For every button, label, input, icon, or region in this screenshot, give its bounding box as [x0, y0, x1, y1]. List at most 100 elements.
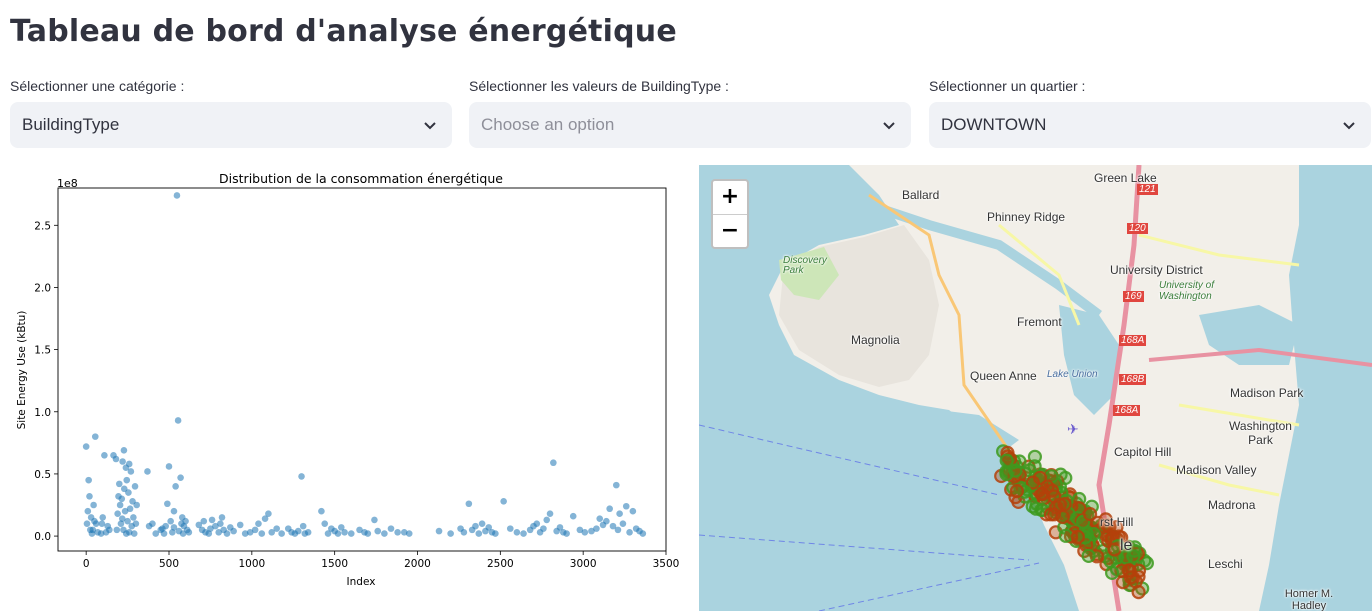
scatter-point — [347, 530, 355, 537]
scatter-point — [223, 530, 231, 537]
highway-shield-168a: 168A — [1119, 335, 1147, 346]
building-marker[interactable] — [1107, 542, 1122, 557]
scatter-point — [321, 520, 329, 527]
scatter-point — [616, 510, 623, 518]
scatter-point — [603, 517, 610, 525]
scatter-point — [251, 526, 259, 534]
scatter-point — [374, 527, 382, 535]
scatter-point — [159, 525, 166, 532]
y-tick-label: 1.5 — [34, 345, 51, 357]
chevron-down-icon — [424, 122, 436, 130]
y-tick-label: 0.5 — [34, 469, 51, 481]
x-tick-label: 1500 — [321, 558, 348, 570]
scatter-point — [460, 529, 468, 536]
map-label-first-hill: rst Hill — [1100, 515, 1134, 529]
y-tick-label: 0.0 — [34, 531, 51, 543]
scatter-point — [149, 520, 156, 527]
scatter-point — [465, 500, 473, 508]
scatter-point — [118, 515, 126, 522]
scatter-point — [172, 483, 179, 490]
scatter-point — [273, 525, 280, 532]
building-marker[interactable] — [1070, 529, 1085, 544]
category-select[interactable]: BuildingType — [10, 102, 452, 148]
scatter-point — [394, 529, 401, 536]
neighborhood-filter-label: Sélectionner un quartier : — [929, 78, 1086, 94]
leaflet-map[interactable]: Ballard Green Lake Phinney Ridge Discove… — [699, 165, 1372, 611]
scatter-point — [119, 458, 126, 465]
scatter-point — [626, 529, 633, 536]
scatter-point — [506, 525, 514, 532]
building-marker[interactable] — [1008, 463, 1023, 478]
building-marker[interactable] — [1105, 565, 1120, 580]
scatter-point — [115, 480, 123, 488]
map-label-phinney-ridge: Phinney Ridge — [987, 210, 1066, 224]
highway-shield-168a-2: 168A — [1113, 405, 1141, 416]
scatter-point — [475, 530, 483, 537]
building-marker[interactable] — [1052, 497, 1067, 512]
scatter-point — [364, 530, 372, 537]
neighborhood-select-value: DOWNTOWN — [941, 115, 1047, 134]
building-marker[interactable] — [1081, 548, 1096, 563]
map-label-ballard: Ballard — [902, 188, 940, 202]
scatter-point — [122, 530, 130, 537]
scatter-point — [85, 476, 92, 484]
building-marker[interactable] — [1044, 483, 1060, 498]
scatter-point — [131, 483, 139, 490]
scatter-point — [472, 522, 479, 530]
map-label-lake-union: Lake Union — [1047, 369, 1098, 380]
zoom-out-button[interactable]: − — [713, 215, 747, 248]
scatter-point — [116, 501, 124, 509]
building-marker[interactable] — [1131, 563, 1147, 578]
scatter-point — [550, 459, 557, 467]
x-tick-label: 3500 — [653, 558, 680, 570]
category-filter: Sélectionner une catégorie : BuildingTyp… — [10, 76, 452, 148]
zoom-in-button[interactable]: + — [713, 181, 747, 215]
scatter-point — [381, 530, 388, 537]
map-label-madison-park: Madison Park — [1230, 386, 1304, 400]
scatter-point — [125, 489, 132, 496]
scatter-point — [569, 512, 577, 520]
scatter-point — [533, 520, 541, 527]
scatter-point — [265, 510, 272, 518]
scatter-point — [200, 517, 208, 525]
map-label-madrona: Madrona — [1208, 498, 1256, 512]
category-select-value: BuildingType — [22, 115, 120, 134]
page-title: Tableau de bord d'analyse énergétique — [10, 14, 677, 49]
map-label-washington-park: Washington Park — [1229, 419, 1292, 447]
scatter-point — [167, 517, 174, 525]
scatter-point — [478, 520, 486, 527]
scatter-point — [90, 501, 97, 509]
building-marker[interactable] — [1027, 459, 1042, 474]
building-marker[interactable] — [1131, 585, 1146, 600]
scatter-point — [236, 521, 244, 529]
building-marker[interactable] — [999, 453, 1014, 468]
building-marker[interactable] — [1058, 528, 1073, 543]
neighborhood-filter: Sélectionner un quartier : DOWNTOWN — [929, 76, 1371, 148]
neighborhood-select[interactable]: DOWNTOWN — [929, 102, 1371, 148]
scatter-point — [447, 530, 454, 537]
chevron-down-icon — [1343, 122, 1355, 130]
scatter-point — [543, 516, 551, 524]
building-type-multiselect[interactable]: Choose an option — [469, 102, 911, 148]
energy-scatter-chart: Distribution de la consommation énergéti… — [16, 171, 680, 588]
building-marker[interactable] — [1083, 507, 1098, 522]
building-marker[interactable] — [1009, 484, 1024, 499]
scatter-point — [294, 527, 302, 535]
chevron-down-icon — [883, 122, 895, 130]
scatter-point — [230, 527, 237, 535]
scatter-point — [218, 514, 226, 521]
scatter-point — [114, 510, 121, 518]
scatter-point — [174, 417, 182, 424]
scatter-point — [173, 192, 181, 199]
map-label-queen-anne: Queen Anne — [970, 369, 1037, 383]
scatter-point — [182, 517, 189, 525]
building-marker[interactable] — [1103, 554, 1118, 569]
scatter-point — [125, 460, 133, 468]
building-marker[interactable] — [1028, 501, 1044, 516]
building-marker[interactable] — [1055, 509, 1070, 525]
building-type-placeholder: Choose an option — [481, 115, 615, 134]
scatter-point — [341, 529, 348, 536]
scatter-point — [298, 473, 305, 480]
scatter-point — [513, 529, 521, 536]
scatter-point — [612, 481, 620, 489]
